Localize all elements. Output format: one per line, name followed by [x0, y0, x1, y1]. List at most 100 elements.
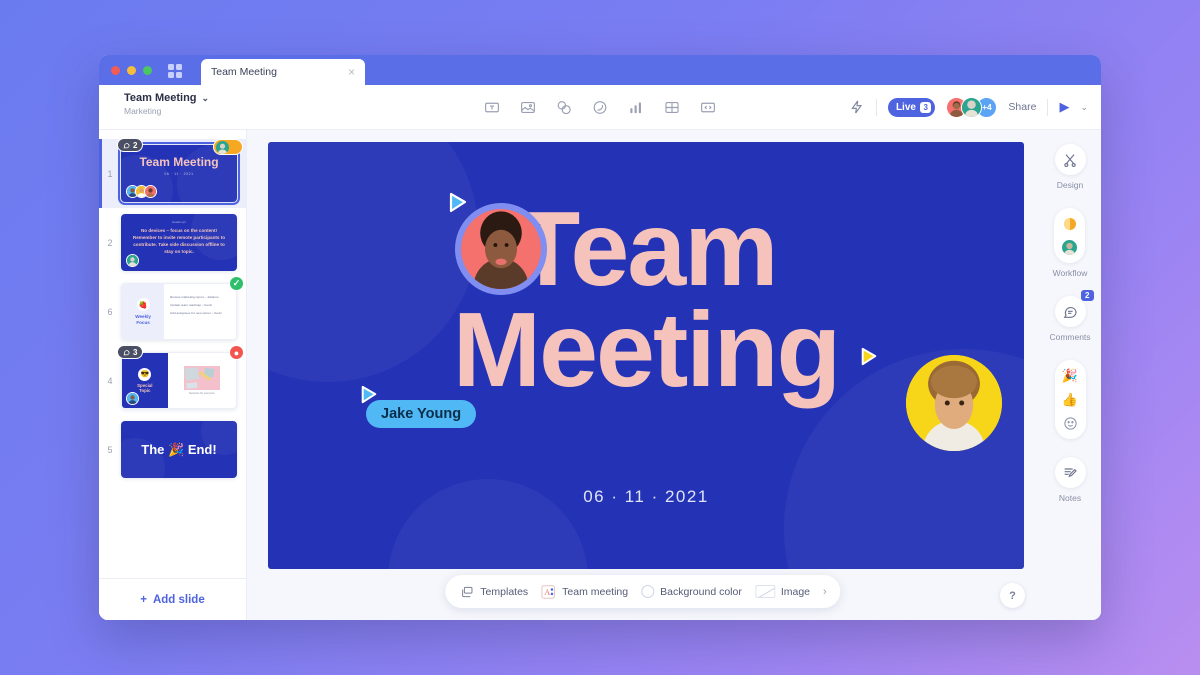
background-color-button[interactable]: Background color [641, 585, 742, 598]
templates-button[interactable]: Templates [459, 584, 528, 599]
notes-label: Notes [1058, 493, 1082, 503]
close-icon[interactable]: × [348, 66, 355, 78]
table-icon[interactable] [664, 99, 681, 116]
image-icon[interactable] [520, 99, 537, 116]
close-window-button[interactable] [111, 66, 120, 75]
workflow-button[interactable] [1054, 208, 1086, 263]
dock-group-design: Design [1054, 144, 1086, 190]
insert-toolbar [484, 99, 717, 116]
slide-thumbnail[interactable]: 😎 Special Topic Sessions for everyone 3 … [117, 345, 244, 409]
maximize-window-button[interactable] [143, 66, 152, 75]
slide-number: 6 [107, 306, 113, 317]
apps-grid-icon[interactable] [168, 64, 182, 78]
avatar[interactable] [961, 96, 983, 118]
minimize-window-button[interactable] [127, 66, 136, 75]
avatar[interactable] [1059, 237, 1080, 258]
app-window: Team Meeting × Team Meeting ⌄ Marketing [99, 55, 1101, 620]
slide-title-line1[interactable]: Team [268, 196, 1024, 302]
right-dock: Design Workflow 2 Comments 🎉 👍 Notes [1039, 130, 1101, 620]
list-item[interactable]: 2 Heads up! No devices – focus on the co… [99, 208, 246, 277]
comments-label: Comments [1049, 332, 1091, 342]
help-button[interactable]: ? [1000, 583, 1025, 608]
thumbs-up-icon[interactable]: 👍 [1060, 389, 1081, 410]
share-button[interactable]: Share [1008, 101, 1036, 113]
thumb-avatars [126, 185, 157, 198]
workflow-badge[interactable] [213, 139, 243, 155]
divider [1047, 98, 1049, 116]
shape-icon[interactable] [592, 99, 609, 116]
comment-count: 2 [133, 140, 138, 150]
dock-group-notes: Notes [1054, 457, 1086, 503]
sticker-icon[interactable] [556, 99, 573, 116]
slide-list[interactable]: 1 Team Meeting 06 · 11 · 2021 2 2 Heads … [99, 130, 246, 578]
agenda-item: Review marketing report – Julianne [170, 295, 219, 299]
slide-thumbnail[interactable]: Heads up! No devices – focus on the cont… [121, 214, 237, 271]
document-title-row[interactable]: Team Meeting ⌄ [124, 92, 209, 104]
slide-canvas[interactable]: Team Meeting 06 · 11 · 2021 Jake Young [268, 142, 1024, 569]
design-label: Design [1056, 180, 1084, 190]
comment-count-badge[interactable]: 3 [117, 345, 144, 359]
live-label: Live [895, 101, 916, 113]
image-label: Image [780, 585, 811, 598]
notes-button[interactable] [1054, 457, 1086, 488]
page-title: Team Meeting [124, 92, 197, 104]
thumb-avatars [126, 254, 139, 267]
dock-group-workflow: Workflow [1053, 208, 1087, 278]
list-item[interactable]: 4 😎 Special Topic Sessions for everyone … [99, 345, 246, 415]
design-button[interactable] [1054, 144, 1086, 175]
party-popper-icon[interactable]: 🎉 [1060, 365, 1081, 386]
thumb-avatars [126, 392, 139, 405]
slide-date[interactable]: 06 · 11 · 2021 [268, 487, 1024, 507]
notes-pencil-icon[interactable] [1060, 462, 1081, 483]
canvas-area[interactable]: Team Meeting 06 · 11 · 2021 Jake Young T… [247, 130, 1039, 620]
contrast-circle-icon[interactable] [1059, 213, 1080, 234]
comment-count: 3 [133, 347, 138, 357]
play-icon[interactable]: ▶ [1059, 99, 1069, 115]
chevron-down-icon[interactable]: ⌄ [202, 93, 210, 104]
smiley-face-icon[interactable] [1060, 413, 1081, 434]
thumb-title: Weekly Focus [135, 314, 151, 325]
avatar [126, 392, 139, 405]
image-swatch-icon [754, 585, 775, 598]
status-badge[interactable]: ● [229, 345, 244, 360]
theme-label: Team meeting [562, 585, 629, 598]
live-button[interactable]: Live 3 [887, 97, 936, 117]
agenda-item: Add assignees for new owner – Kevin [170, 311, 222, 315]
thumb-title: Special Topic [137, 382, 153, 393]
chart-icon[interactable] [628, 99, 645, 116]
avatar [216, 140, 229, 154]
templates-icon [459, 584, 474, 599]
list-item[interactable]: 5 The 🎉 End! [99, 415, 246, 484]
reactions-panel[interactable]: 🎉 👍 [1054, 360, 1086, 439]
list-item[interactable]: 6 🍓 Weekly Focus Review marketing report… [99, 276, 246, 346]
comment-bubble-icon[interactable] [1060, 301, 1081, 322]
embed-code-icon[interactable] [700, 99, 717, 116]
theme-button[interactable]: A Team meeting [541, 584, 628, 599]
design-scissors-icon[interactable] [1060, 149, 1081, 170]
chevron-right-icon[interactable]: › [823, 586, 827, 598]
format-toolbar: Templates A Team meeting Background colo… [445, 575, 841, 608]
svg-text:A: A [544, 588, 550, 597]
collaborator-avatars: +4 [946, 96, 998, 118]
avatar [126, 254, 139, 267]
slide-number: 2 [107, 237, 113, 248]
chevron-down-icon[interactable]: ⌄ [1080, 102, 1088, 113]
status-badge[interactable]: ✓ [229, 276, 244, 291]
image-button[interactable]: Image [754, 585, 811, 598]
divider [875, 98, 877, 116]
templates-label: Templates [480, 585, 529, 598]
list-item[interactable]: 1 Team Meeting 06 · 11 · 2021 2 [99, 138, 246, 208]
slide-thumbnail[interactable]: Team Meeting 06 · 11 · 2021 2 [117, 138, 243, 205]
slide-thumbnail[interactable]: The 🎉 End! [121, 421, 237, 478]
slide-thumbnail[interactable]: 🍓 Weekly Focus Review marketing report –… [121, 276, 244, 340]
avatar [906, 355, 1002, 451]
lightning-bolt-icon[interactable] [849, 99, 865, 115]
browser-tab[interactable]: Team Meeting × [201, 59, 365, 85]
thumb-caption: Sessions for everyone [188, 392, 215, 395]
cursor-name-label: Jake Young [366, 400, 477, 428]
text-box-icon[interactable] [484, 99, 501, 116]
comment-count-badge[interactable]: 2 [117, 138, 144, 152]
slide-number: 5 [107, 444, 113, 455]
comments-button[interactable]: 2 [1054, 289, 1095, 327]
add-slide-button[interactable]: + Add slide [99, 578, 246, 620]
